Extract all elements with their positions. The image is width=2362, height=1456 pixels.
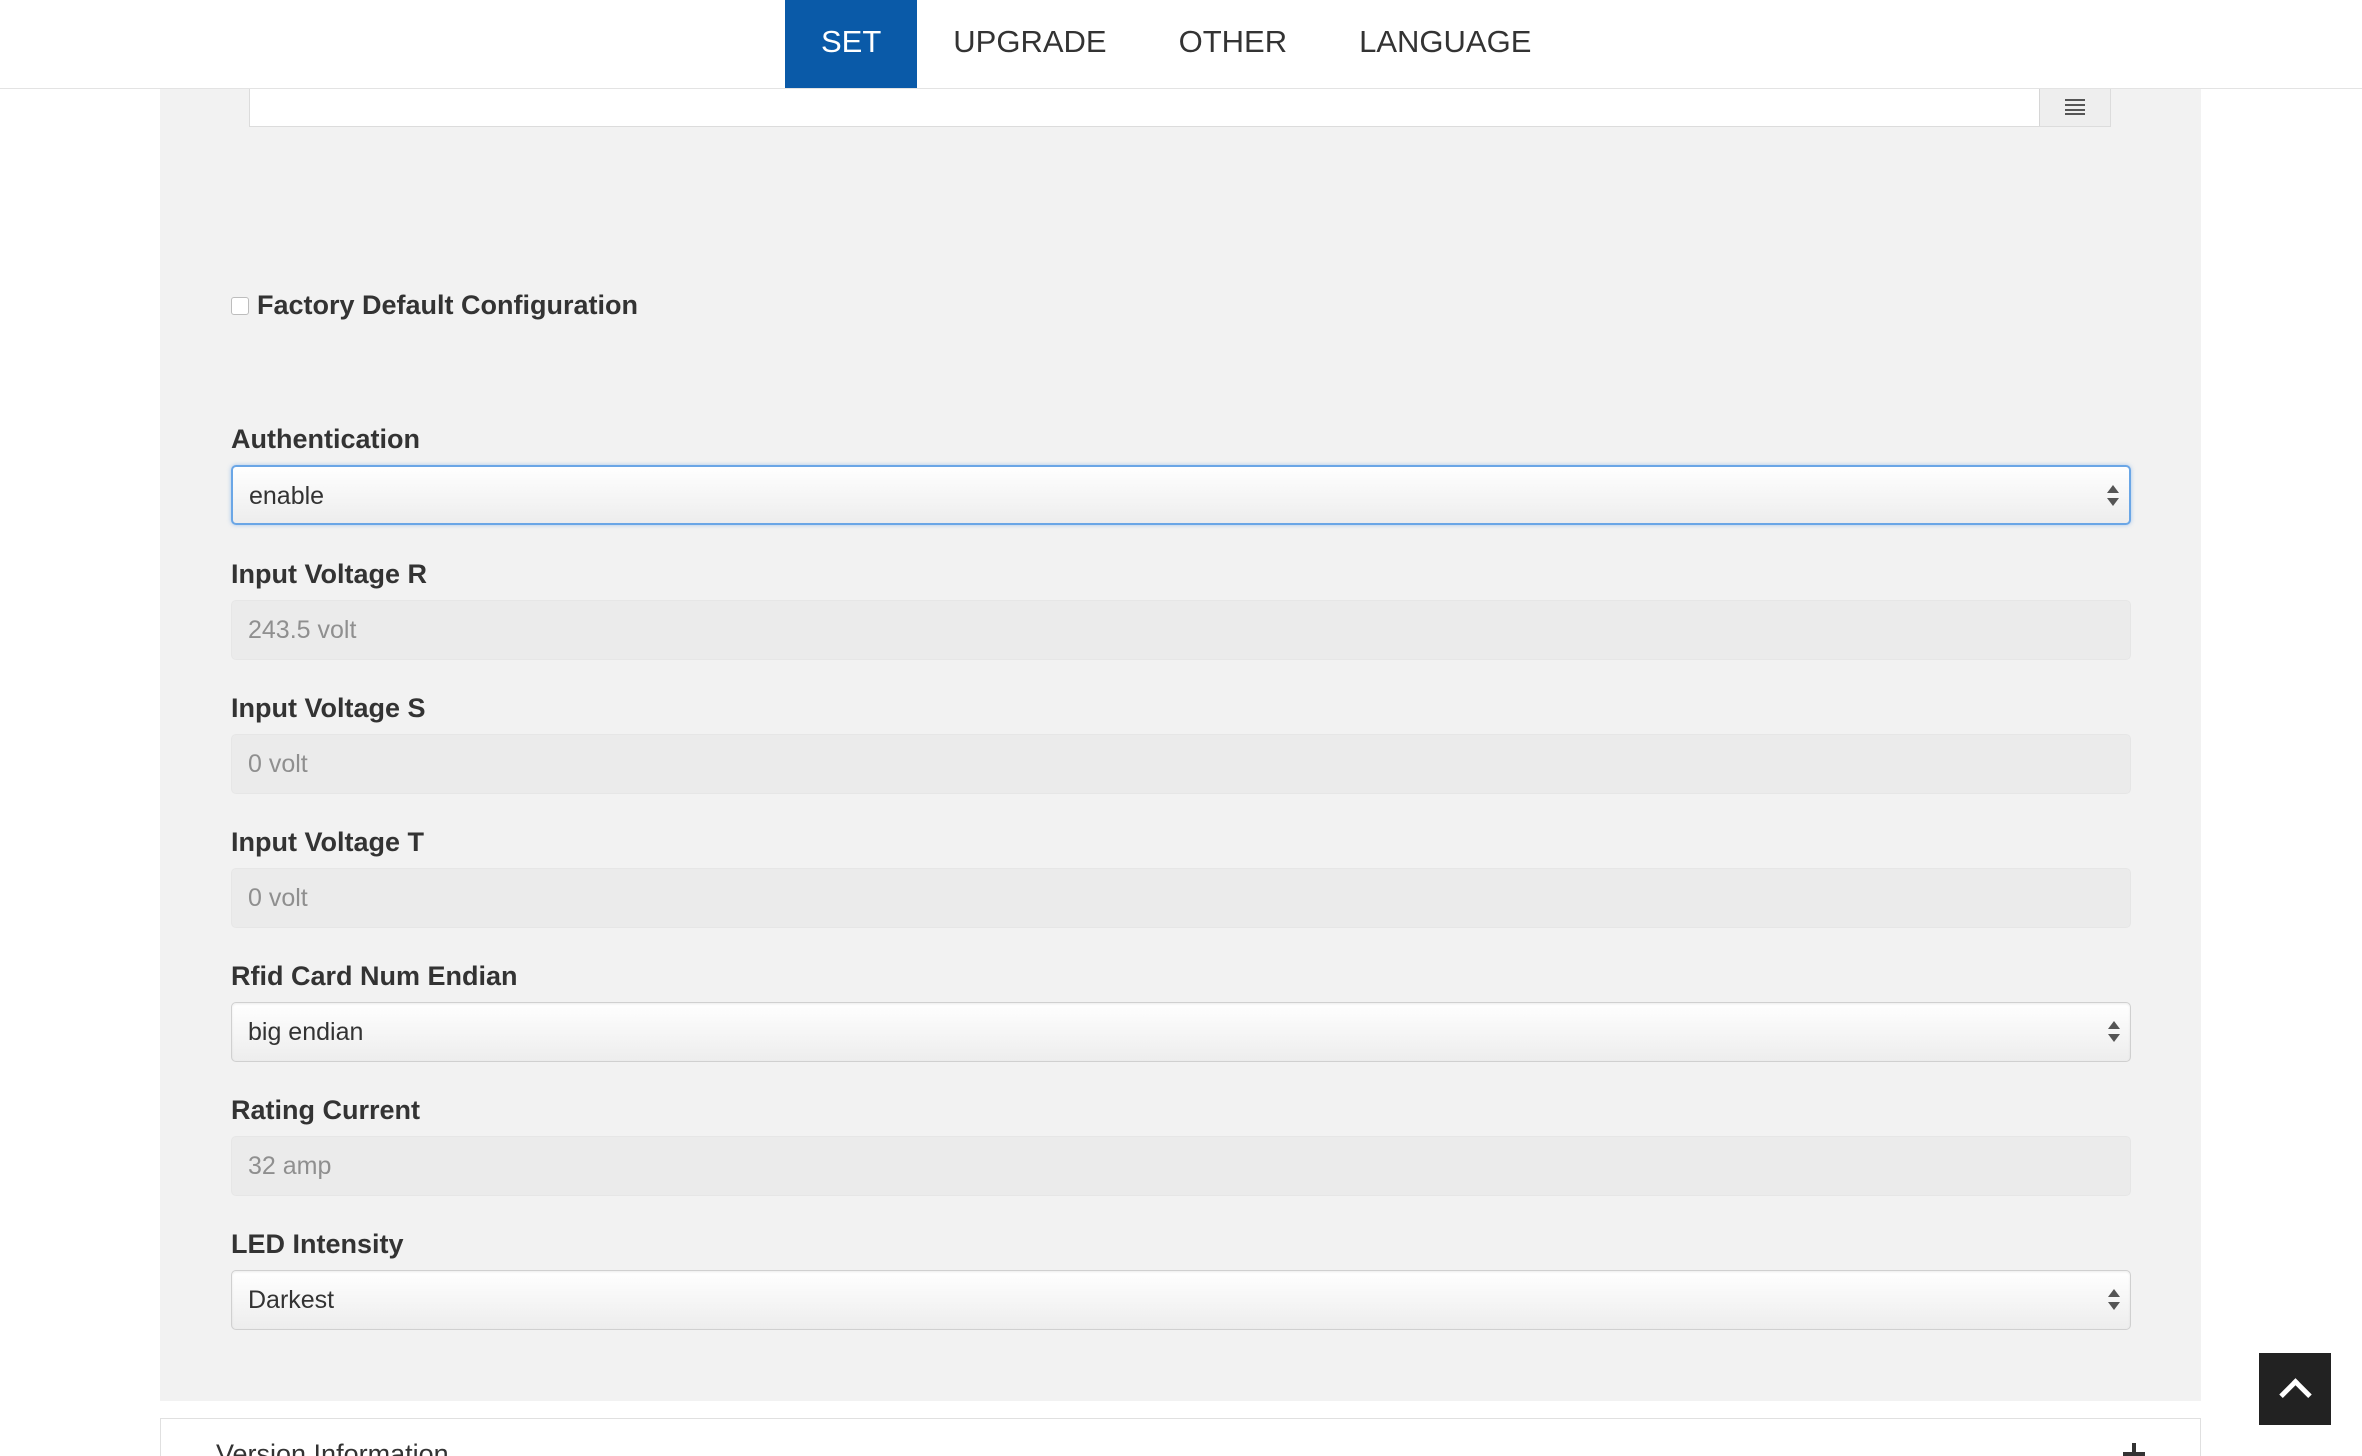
calendar-button[interactable] [2039,88,2110,126]
page: SET UPGRADE OTHER LANGUAGE Factory Defau… [0,0,2362,1456]
rating-current-value: 32 amp [248,1152,332,1180]
chevron-up-icon [2278,1377,2312,1411]
authentication-select[interactable]: enable [231,465,2131,525]
input-voltage-s-field: Input Voltage S 0 volt [231,692,2131,794]
led-intensity-select[interactable]: Darkest [231,1270,2131,1330]
input-voltage-t-value: 0 volt [248,884,308,912]
input-voltage-s-value: 0 volt [248,750,308,778]
rfid-endian-value: big endian [248,1018,364,1046]
input-voltage-s-input[interactable]: 0 volt [231,734,2131,794]
version-information-title: Version Information [216,1439,449,1456]
plus-icon[interactable] [2123,1443,2145,1456]
select-arrows-icon [2107,485,2119,507]
input-voltage-r-input[interactable]: 243.5 volt [231,600,2131,660]
led-intensity-label: LED Intensity [231,1229,404,1259]
tab-upgrade[interactable]: UPGRADE [917,0,1142,88]
authentication-label: Authentication [231,424,420,454]
rating-current-label: Rating Current [231,1095,420,1125]
tab-other[interactable]: OTHER [1143,0,1324,88]
rfid-endian-select[interactable]: big endian [231,1002,2131,1062]
version-information-panel[interactable]: Version Information [160,1418,2201,1456]
calendar-icon [2065,99,2085,115]
tab-language[interactable]: LANGUAGE [1323,0,1567,88]
select-arrows-icon [2108,1021,2120,1043]
led-intensity-value: Darkest [248,1286,335,1314]
top-navigation: SET UPGRADE OTHER LANGUAGE [0,0,2362,89]
rating-current-field: Rating Current 32 amp [231,1094,2131,1196]
input-voltage-t-input[interactable]: 0 volt [231,868,2131,928]
rfid-endian-field: Rfid Card Num Endian big endian [231,960,2131,1062]
rfid-endian-label: Rfid Card Num Endian [231,961,518,991]
input-voltage-r-value: 243.5 volt [248,616,357,644]
factory-default-row: Factory Default Configuration [231,290,638,321]
tab-set[interactable]: SET [785,0,918,88]
select-arrows-icon [2108,1289,2120,1311]
back-to-top-button[interactable] [2259,1353,2331,1425]
rating-current-input[interactable]: 32 amp [231,1136,2131,1196]
factory-default-checkbox[interactable] [231,296,249,315]
input-voltage-t-label: Input Voltage T [231,827,424,857]
led-intensity-field: LED Intensity Darkest [231,1228,2131,1330]
input-voltage-t-field: Input Voltage T 0 volt [231,826,2131,928]
authentication-field: Authentication enable [231,423,2131,525]
settings-panel: Factory Default Configuration Authentica… [160,88,2201,1401]
nav-tabs: SET UPGRADE OTHER LANGUAGE [785,0,1567,88]
factory-default-label: Factory Default Configuration [257,290,639,320]
input-voltage-s-label: Input Voltage S [231,693,426,723]
input-voltage-r-label: Input Voltage R [231,559,427,589]
authentication-value: enable [249,482,325,510]
date-input[interactable] [249,88,2111,127]
input-voltage-r-field: Input Voltage R 243.5 volt [231,558,2131,660]
